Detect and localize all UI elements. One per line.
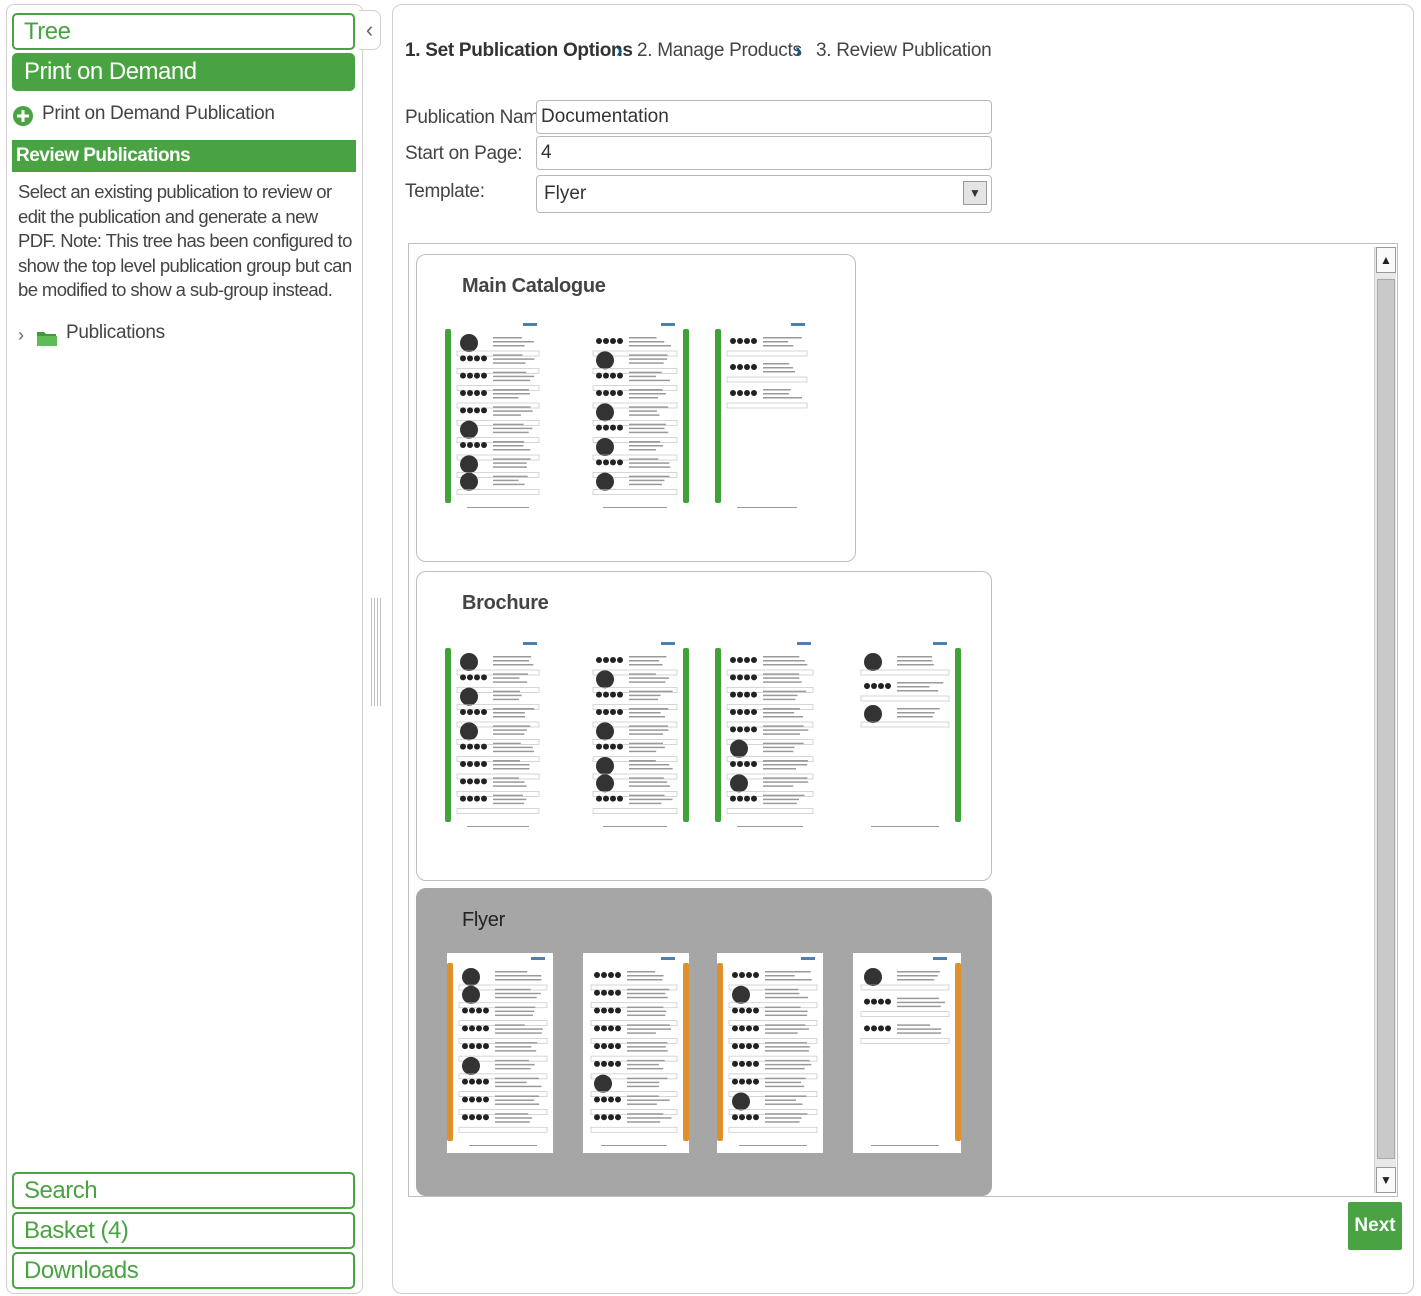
chevron-right-icon[interactable]: › <box>18 325 24 346</box>
tree-item-publications[interactable]: › Publications <box>18 322 218 350</box>
template-page-thumbnail <box>853 953 961 1153</box>
template-card-title: Brochure <box>462 592 549 614</box>
template-select-value: Flyer <box>544 183 587 204</box>
publication-name-input[interactable] <box>536 100 992 134</box>
downloads-section-header[interactable]: Downloads <box>12 1252 355 1289</box>
add-publication-action[interactable]: Print on Demand Publication <box>12 103 352 129</box>
template-page-thumbnail <box>447 953 553 1153</box>
template-page-thumbnail <box>853 638 961 834</box>
template-page-thumbnail <box>445 319 545 515</box>
folder-icon <box>36 328 58 348</box>
scroll-up-arrow-icon[interactable]: ▲ <box>1376 247 1396 273</box>
step-separator: › <box>795 40 802 62</box>
review-publications-header: Review Publications <box>12 140 356 172</box>
template-card-title: Main Catalogue <box>462 275 606 297</box>
search-section-header[interactable]: Search <box>12 1172 355 1209</box>
step-set-publication-options[interactable]: 1. Set Publication Options <box>405 40 633 62</box>
template-page-thumbnail <box>715 638 819 834</box>
template-select[interactable]: Flyer ▼ <box>536 175 992 213</box>
print-on-demand-section-header[interactable]: Print on Demand <box>12 53 355 91</box>
template-page-thumbnail <box>717 953 823 1153</box>
tree-item-label: Publications <box>66 322 165 343</box>
basket-section-header[interactable]: Basket (4) <box>12 1212 355 1249</box>
collapse-sidebar-button[interactable]: ‹ <box>359 10 381 50</box>
template-page-thumbnail <box>715 319 813 515</box>
chevron-left-icon: ‹ <box>365 17 374 42</box>
step-manage-products[interactable]: 2. Manage Products <box>637 40 802 62</box>
start-page-input[interactable] <box>536 136 992 170</box>
review-description: Select an existing publication to review… <box>18 181 352 300</box>
add-publication-label: Print on Demand Publication <box>42 103 275 124</box>
template-card-title: Flyer <box>462 909 505 931</box>
template-gallery-scrollbar[interactable]: ▲ ▼ <box>1374 247 1396 1193</box>
template-page-thumbnail <box>583 953 689 1153</box>
template-page-thumbnail <box>585 638 689 834</box>
start-page-label: Start on Page: <box>405 143 523 164</box>
plus-circle-icon <box>12 105 34 127</box>
dropdown-arrow-icon[interactable]: ▼ <box>963 181 987 205</box>
scroll-down-arrow-icon[interactable]: ▼ <box>1376 1167 1396 1193</box>
step-separator: › <box>616 40 623 62</box>
publication-name-label: Publication Name: <box>405 107 555 128</box>
template-page-thumbnail <box>445 638 545 834</box>
step-review-publication[interactable]: 3. Review Publication <box>816 40 992 62</box>
template-page-thumbnail <box>585 319 689 515</box>
panel-splitter-handle[interactable] <box>371 598 383 706</box>
template-card-main-catalogue[interactable]: Main Catalogue <box>416 254 856 562</box>
template-card-brochure[interactable]: Brochure <box>416 571 992 881</box>
template-label: Template: <box>405 181 485 202</box>
scrollbar-thumb[interactable] <box>1377 279 1395 1159</box>
tree-section-header[interactable]: Tree <box>12 13 355 50</box>
template-card-flyer[interactable]: Flyer <box>416 888 992 1196</box>
next-button[interactable]: Next <box>1348 1202 1402 1250</box>
